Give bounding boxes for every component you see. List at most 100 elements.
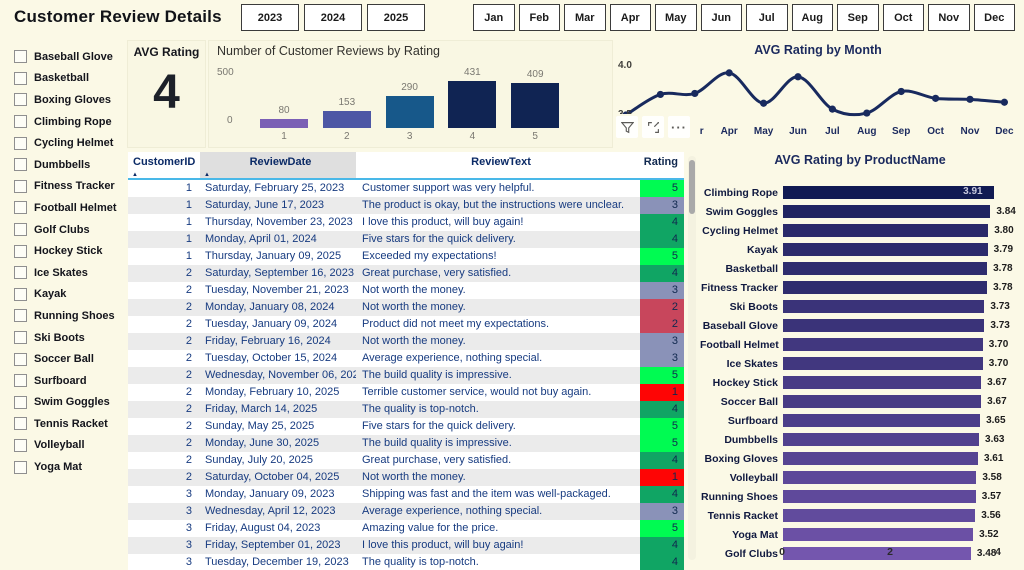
product-bar-row-ice-skates[interactable]: Ice Skates 3.70 xyxy=(700,354,1020,373)
product-bar[interactable] xyxy=(783,375,982,390)
product-bar-row-hockey-stick[interactable]: Hockey Stick 3.67 xyxy=(700,373,1020,392)
table-row[interactable]: 3 Tuesday, December 19, 2023 The quality i… xyxy=(128,554,684,570)
column-header-rating[interactable]: Rating xyxy=(640,152,684,178)
column-header-customerid[interactable]: CustomerID ▲ xyxy=(128,152,200,178)
slicer-item-kayak[interactable]: Kayak xyxy=(6,284,124,306)
checkbox-climbing-rope[interactable] xyxy=(14,115,27,129)
month-button-jan[interactable]: Jan xyxy=(473,4,515,31)
column-header-reviewdate[interactable]: ReviewDate ▲ xyxy=(200,152,356,178)
product-bar[interactable] xyxy=(783,356,983,371)
checkbox-golf-clubs[interactable] xyxy=(14,223,27,237)
checkbox-soccer-ball[interactable] xyxy=(14,352,27,366)
data-point-oct[interactable] xyxy=(932,94,940,102)
product-bar-row-ski-boots[interactable]: Ski Boots 3.73 xyxy=(700,297,1020,316)
checkbox-swim-goggles[interactable] xyxy=(14,395,27,409)
product-bar-row-soccer-ball[interactable]: Soccer Ball 3.67 xyxy=(700,392,1020,411)
data-point-sep[interactable] xyxy=(897,87,905,96)
slicer-item-tennis-racket[interactable]: Tennis Racket xyxy=(6,413,124,435)
product-bar-row-kayak[interactable]: Kayak 3.79 xyxy=(700,240,1020,259)
table-row[interactable]: 2 Tuesday, November 21, 2023 Not worth the… xyxy=(128,282,684,299)
checkbox-hockey-stick[interactable] xyxy=(14,244,27,258)
year-button-2023[interactable]: 2023 xyxy=(241,4,299,31)
slicer-item-basketball[interactable]: Basketball xyxy=(6,68,124,90)
product-bar-row-football-helmet[interactable]: Football Helmet 3.70 xyxy=(700,335,1020,354)
product-bar-row-dumbbells[interactable]: Dumbbells 3.63 xyxy=(700,430,1020,449)
product-bar-row-boxing-gloves[interactable]: Boxing Gloves 3.61 xyxy=(700,449,1020,468)
year-button-2024[interactable]: 2024 xyxy=(304,4,362,31)
table-row[interactable]: 3 Monday, January 09, 2023 Shipping was fa… xyxy=(128,486,684,503)
month-button-jul[interactable]: Jul xyxy=(746,4,788,31)
slicer-item-running-shoes[interactable]: Running Shoes xyxy=(6,305,124,327)
checkbox-baseball-glove[interactable] xyxy=(14,50,27,64)
data-point-jun[interactable] xyxy=(794,73,802,81)
product-bar[interactable] xyxy=(783,527,974,542)
slicer-item-surfboard[interactable]: Surfboard xyxy=(6,370,124,392)
product-bar-row-cycling-helmet[interactable]: Cycling Helmet 3.80 xyxy=(700,221,1020,240)
month-button-aug[interactable]: Aug xyxy=(791,4,833,31)
table-row[interactable]: 3 Friday, August 04, 2023 Amazing value fo… xyxy=(128,520,684,537)
bar-rating-3[interactable] xyxy=(385,96,434,128)
table-row[interactable]: 2 Friday, February 16, 2024 Not worth the … xyxy=(128,333,684,350)
month-button-may[interactable]: May xyxy=(655,4,697,31)
slicer-item-dumbbells[interactable]: Dumbbells xyxy=(6,154,124,176)
checkbox-ice-skates[interactable] xyxy=(14,266,27,280)
month-button-nov[interactable]: Nov xyxy=(928,4,970,31)
product-bar-row-surfboard[interactable]: Surfboard 3.65 xyxy=(700,411,1020,430)
product-bar-row-basketball[interactable]: Basketball 3.78 xyxy=(700,259,1020,278)
product-bar-row-volleyball[interactable]: Volleyball 3.58 xyxy=(700,468,1020,487)
table-row[interactable]: 2 Friday, March 14, 2025 The quality is to… xyxy=(128,401,684,418)
table-row[interactable]: 2 Monday, June 30, 2025 The build quality … xyxy=(128,435,684,452)
checkbox-dumbbells[interactable] xyxy=(14,158,27,172)
bar-rating-5[interactable] xyxy=(511,83,560,128)
table-row[interactable]: 1 Thursday, November 23, 2023 I love this … xyxy=(128,214,684,231)
product-bar[interactable] xyxy=(783,337,983,352)
product-bar[interactable] xyxy=(783,280,988,295)
data-point-aug[interactable] xyxy=(863,109,871,117)
product-bar-row-tennis-racket[interactable]: Tennis Racket 3.56 xyxy=(700,506,1020,525)
data-point-feb[interactable] xyxy=(656,90,664,99)
bar-rating-4[interactable] xyxy=(448,80,497,128)
product-bar[interactable] xyxy=(783,413,981,428)
month-button-sep[interactable]: Sep xyxy=(837,4,879,31)
checkbox-surfboard[interactable] xyxy=(14,374,27,388)
slicer-item-fitness-tracker[interactable]: Fitness Tracker xyxy=(6,176,124,198)
table-row[interactable]: 2 Monday, January 08, 2024 Not worth the m… xyxy=(128,299,684,316)
checkbox-fitness-tracker[interactable] xyxy=(14,179,27,193)
slicer-item-volleyball[interactable]: Volleyball xyxy=(6,435,124,457)
checkbox-running-shoes[interactable] xyxy=(14,309,27,323)
table-scrollbar[interactable] xyxy=(688,156,696,560)
product-bar[interactable] xyxy=(783,242,988,257)
month-button-dec[interactable]: Dec xyxy=(973,4,1015,31)
year-button-2025[interactable]: 2025 xyxy=(367,4,425,31)
slicer-item-swim-goggles[interactable]: Swim Goggles xyxy=(6,392,124,414)
product-bar[interactable] xyxy=(783,204,991,219)
data-point-dec[interactable] xyxy=(1000,98,1008,106)
more-options-icon[interactable]: ··· xyxy=(668,116,690,138)
table-row[interactable]: 2 Sunday, July 20, 2025 Great purchase, ve… xyxy=(128,452,684,469)
product-bar[interactable] xyxy=(783,451,978,466)
focus-mode-icon[interactable] xyxy=(642,116,664,138)
month-button-oct[interactable]: Oct xyxy=(882,4,924,31)
column-header-reviewtext[interactable]: ReviewText xyxy=(356,152,640,178)
product-bar[interactable] xyxy=(783,470,977,485)
product-bar[interactable] xyxy=(783,508,976,523)
slicer-item-football-helmet[interactable]: Football Helmet xyxy=(6,197,124,219)
table-row[interactable]: 2 Saturday, October 04, 2025 Not worth the… xyxy=(128,469,684,486)
product-bar[interactable] xyxy=(783,546,971,561)
table-row[interactable]: 2 Saturday, September 16, 2023 Great purch… xyxy=(128,265,684,282)
slicer-item-climbing-rope[interactable]: Climbing Rope xyxy=(6,111,124,133)
product-bar[interactable] xyxy=(783,432,980,447)
product-bar-row-running-shoes[interactable]: Running Shoes 3.57 xyxy=(700,487,1020,506)
table-row[interactable]: 3 Wednesday, April 12, 2023 Average experi… xyxy=(128,503,684,520)
table-row[interactable]: 2 Sunday, May 25, 2025 Five stars for the … xyxy=(128,418,684,435)
product-bar[interactable] xyxy=(783,394,982,409)
table-row[interactable]: 2 Monday, February 10, 2025 Terrible custo… xyxy=(128,384,684,401)
slicer-item-yoga-mat[interactable]: Yoga Mat xyxy=(6,456,124,478)
data-point-may[interactable] xyxy=(760,99,768,107)
checkbox-basketball[interactable] xyxy=(14,71,27,85)
table-row[interactable]: 1 Monday, April 01, 2024 Five stars for th… xyxy=(128,231,684,248)
checkbox-tennis-racket[interactable] xyxy=(14,417,27,431)
checkbox-ski-boots[interactable] xyxy=(14,331,27,345)
month-button-jun[interactable]: Jun xyxy=(700,4,742,31)
slicer-item-soccer-ball[interactable]: Soccer Ball xyxy=(6,348,124,370)
